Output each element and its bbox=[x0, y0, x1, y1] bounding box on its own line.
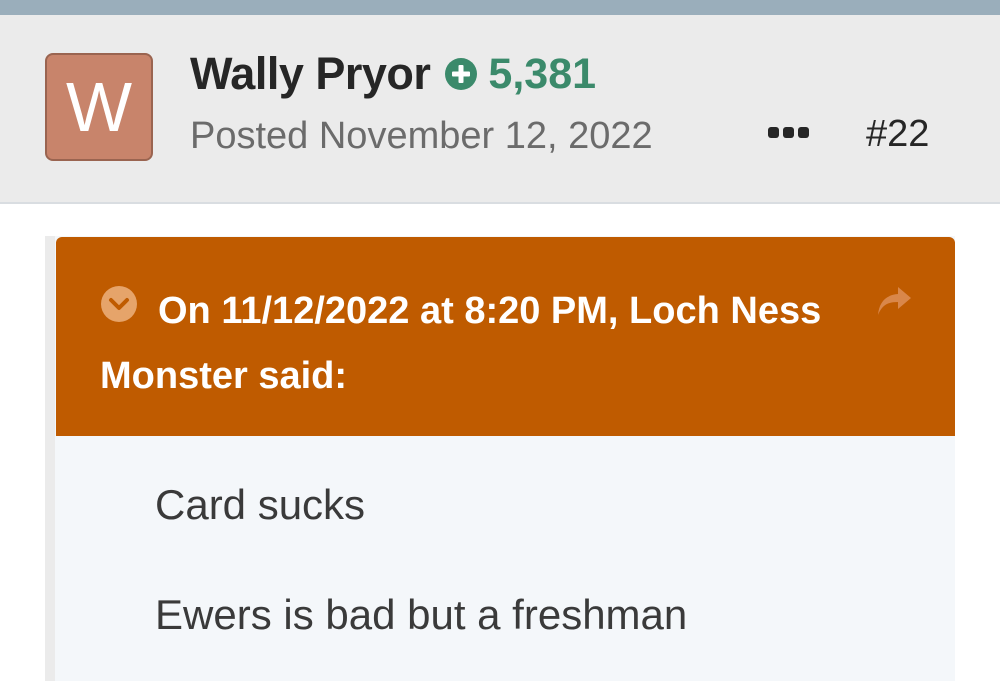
avatar[interactable]: W bbox=[45, 53, 153, 161]
reputation-count: 5,381 bbox=[488, 49, 597, 98]
quote-text-line: Ewers is bad but a freshman bbox=[155, 591, 688, 638]
share-arrow-icon[interactable] bbox=[874, 283, 914, 319]
author-name[interactable]: Wally Pryor bbox=[190, 48, 431, 100]
post-header: W Wally Pryor 5,381 Posted November 12, … bbox=[0, 15, 1000, 204]
author-line: Wally Pryor 5,381 bbox=[190, 47, 596, 101]
post-date: Posted November 12, 2022 bbox=[190, 115, 653, 157]
top-bar bbox=[0, 0, 1000, 15]
quote-citation: On 11/12/2022 at 8:20 PM, Loch Ness Mons… bbox=[100, 290, 822, 397]
ellipsis-icon bbox=[768, 127, 809, 138]
post-options-button[interactable] bbox=[762, 113, 816, 153]
post-number-link[interactable]: #22 bbox=[866, 113, 929, 156]
quote-text-line: Card sucks bbox=[155, 481, 366, 528]
plus-circle-icon bbox=[445, 58, 478, 90]
reputation-badge[interactable]: 5,381 bbox=[444, 50, 596, 99]
quote-header: On 11/12/2022 at 8:20 PM, Loch Ness Mons… bbox=[56, 237, 955, 436]
